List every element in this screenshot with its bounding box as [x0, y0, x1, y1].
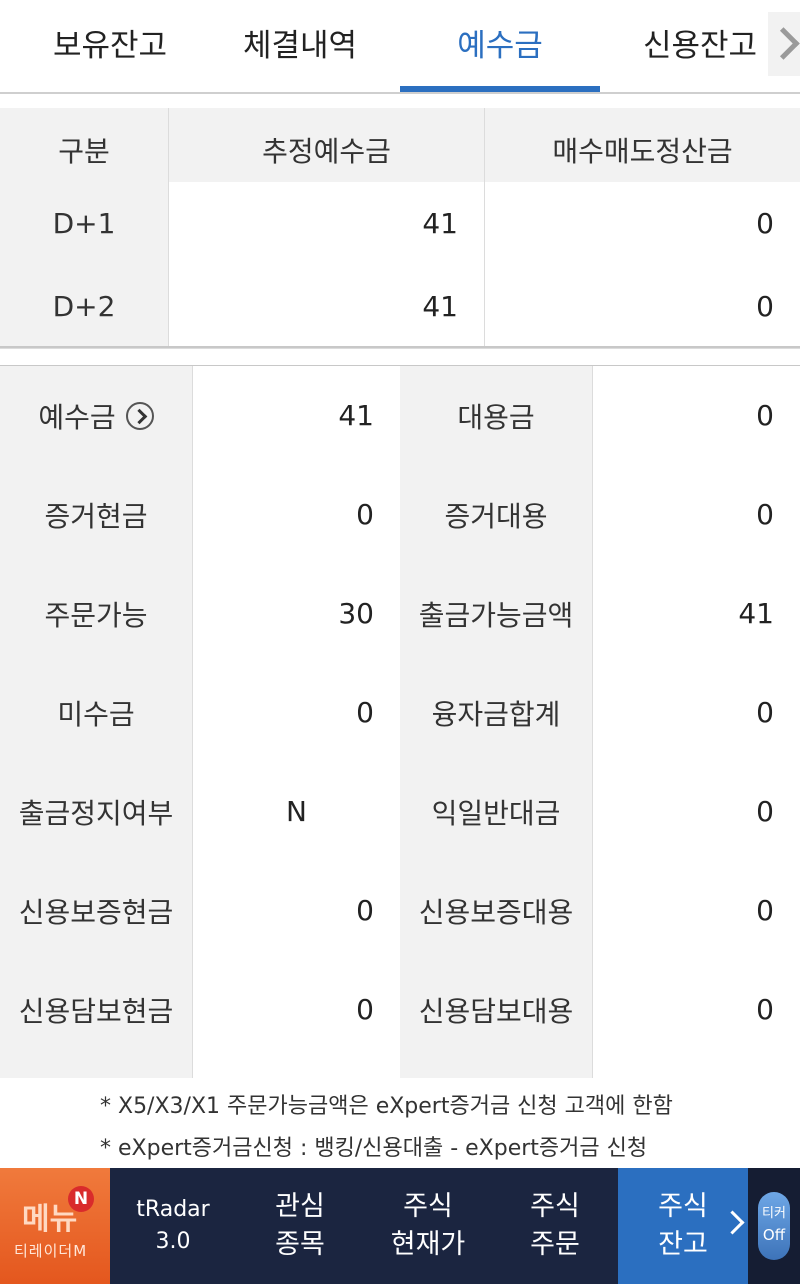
table-row: 미수금 0 융자금합계 0 — [0, 663, 800, 763]
header-settlement: 매수매도정산금 — [484, 108, 800, 191]
estimated-deposit-value: 41 — [168, 182, 484, 265]
tab-scroll-right-icon[interactable] — [768, 12, 800, 76]
tab-executions[interactable]: 체결내역 — [200, 0, 400, 92]
withdrawable-value: 41 — [592, 564, 800, 663]
row-value — [192, 1059, 400, 1079]
row-label: D+2 — [0, 265, 168, 348]
withdrawal-suspended-value: N — [192, 762, 400, 861]
nav-tradar[interactable]: tRadar 3.0 — [110, 1168, 236, 1284]
table-row-partial — [0, 1059, 800, 1079]
table-row: 주문가능 30 출금가능금액 41 — [0, 564, 800, 664]
tab-deposit[interactable]: 예수금 — [400, 0, 600, 92]
table-row: 증거현금 0 증거대용 0 — [0, 465, 800, 565]
loan-total-value: 0 — [592, 663, 800, 762]
row-label: D+1 — [0, 182, 168, 265]
nav-label: 잔고 — [658, 1229, 708, 1260]
deposit-label-button[interactable]: 예수금 — [0, 366, 192, 465]
nav-label: tRadar — [136, 1197, 210, 1222]
credit-collateral-cash-value: 0 — [192, 960, 400, 1059]
credit-collateral-cash-label: 신용담보현금 — [0, 960, 192, 1059]
nav-label: 종목 — [275, 1229, 325, 1260]
nav-label: 주문 — [530, 1229, 580, 1260]
nav-label: 현재가 — [390, 1229, 466, 1260]
credit-collateral-substitute-value: 0 — [592, 960, 800, 1059]
orderable-label: 주문가능 — [0, 564, 192, 663]
nav-watchlist[interactable]: 관심 종목 — [236, 1168, 364, 1284]
next-day-return-label: 익일반대금 — [400, 762, 592, 861]
chevron-right-circle-icon[interactable] — [125, 401, 154, 430]
receivable-value: 0 — [192, 663, 400, 762]
ticker-state: Off — [762, 1226, 786, 1244]
table-row: D+1 41 0 — [0, 182, 800, 266]
tab-divider — [0, 92, 800, 94]
substitute-amount-value: 0 — [592, 366, 800, 465]
nav-stock-quote[interactable]: 주식 현재가 — [364, 1168, 492, 1284]
tab-holdings[interactable]: 보유잔고 — [10, 0, 210, 92]
nav-label: 3.0 — [155, 1229, 191, 1254]
footnote: * eXpert증거금신청 : 뱅킹/신용대출 - eXpert증거금 신청 — [100, 1136, 648, 1161]
deposit-value: 41 — [192, 366, 400, 465]
settlement-value: 0 — [484, 265, 800, 348]
margin-substitute-value: 0 — [592, 465, 800, 564]
credit-guarantee-cash-value: 0 — [192, 861, 400, 960]
credit-guarantee-substitute-value: 0 — [592, 861, 800, 960]
table-row: 예수금 41 대용금 0 — [0, 366, 800, 466]
settlement-value: 0 — [484, 182, 800, 265]
credit-collateral-substitute-label: 신용담보대용 — [400, 960, 592, 1059]
receivable-label: 미수금 — [0, 663, 192, 762]
footnote: * X5/X3/X1 주문가능금액은 eXpert증거금 신청 고객에 한함 — [100, 1094, 673, 1119]
next-day-return-value: 0 — [592, 762, 800, 861]
margin-substitute-label: 증거대용 — [400, 465, 592, 564]
credit-guarantee-cash-label: 신용보증현금 — [0, 861, 192, 960]
table-divider — [0, 346, 800, 348]
tab-bar: 보유잔고 체결내역 예수금 신용잔고 — [0, 0, 800, 92]
header-estimated-deposit: 추정예수금 — [168, 108, 484, 191]
bottom-navigation: 메뉴 N 티레이더M tRadar 3.0 관심 종목 주식 현재가 주식 주문… — [0, 1168, 800, 1284]
table-row: 신용보증현금 0 신용보증대용 0 — [0, 861, 800, 961]
row-label — [400, 1059, 592, 1079]
table-row: 출금정지여부 N 익일반대금 0 — [0, 762, 800, 862]
ticker-switch[interactable]: 티커 Off — [758, 1192, 790, 1260]
withdrawable-label: 출금가능금액 — [400, 564, 592, 663]
ticker-toggle[interactable]: 티커 Off — [748, 1168, 800, 1284]
menu-button[interactable]: 메뉴 N 티레이더M — [0, 1168, 110, 1284]
ticker-label: 티커 — [762, 1206, 786, 1221]
nav-label: 주식 — [530, 1191, 580, 1222]
new-badge: N — [68, 1186, 94, 1212]
brand-logo: 티레이더M — [14, 1242, 88, 1260]
row-label — [0, 1059, 192, 1079]
loan-total-label: 융자금합계 — [400, 663, 592, 762]
deposit-label: 예수금 — [38, 400, 116, 434]
orderable-value: 30 — [192, 564, 400, 663]
substitute-amount-label: 대용금 — [400, 366, 592, 465]
row-value — [592, 1059, 800, 1079]
footnotes: * X5/X3/X1 주문가능금액은 eXpert증거금 신청 고객에 한함 *… — [0, 1078, 800, 1168]
nav-label: 주식 — [403, 1191, 453, 1222]
header-category: 구분 — [0, 108, 168, 191]
table-header-row: 구분 추정예수금 매수매도정산금 — [0, 108, 800, 192]
table-row: D+2 41 0 — [0, 265, 800, 349]
nav-label: 관심 — [275, 1191, 325, 1222]
withdrawal-suspended-label: 출금정지여부 — [0, 762, 192, 861]
estimated-deposit-value: 41 — [168, 265, 484, 348]
table-row: 신용담보현금 0 신용담보대용 0 — [0, 960, 800, 1060]
margin-cash-value: 0 — [192, 465, 400, 564]
credit-guarantee-substitute-label: 신용보증대용 — [400, 861, 592, 960]
margin-cash-label: 증거현금 — [0, 465, 192, 564]
nav-stock-order[interactable]: 주식 주문 — [492, 1168, 618, 1284]
nav-label: 주식 — [658, 1191, 708, 1222]
